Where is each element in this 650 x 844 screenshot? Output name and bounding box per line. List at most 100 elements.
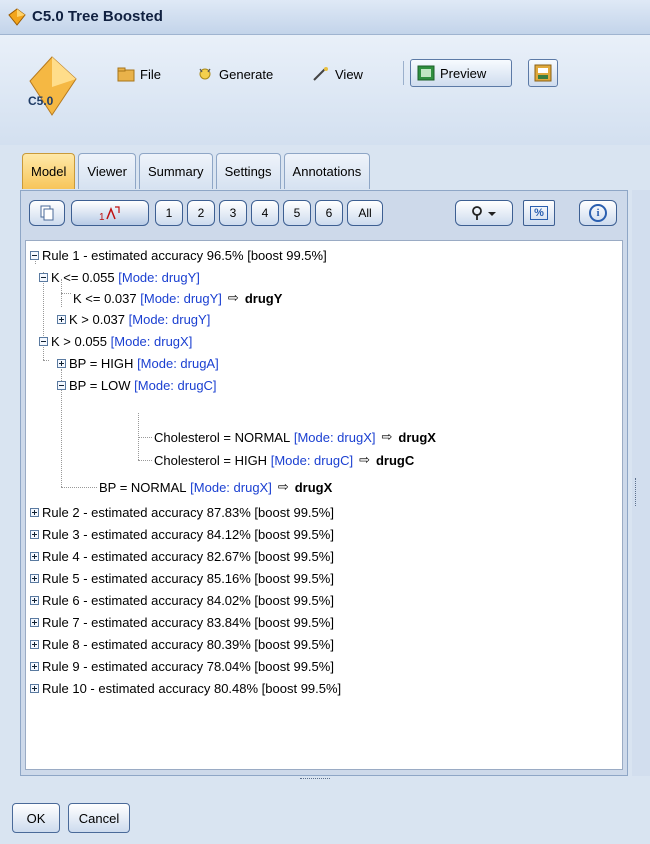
rule-tree[interactable]: Rule 1 - estimated accuracy 96.5% [boost… <box>25 240 623 770</box>
expand-toggle-icon[interactable] <box>30 551 39 561</box>
file-menu[interactable]: File <box>117 61 161 87</box>
tab-strip: Model Viewer Summary Settings Annotation… <box>22 151 371 189</box>
condition-label: Cholesterol = HIGH <box>154 452 268 468</box>
collapse-toggle-icon[interactable] <box>39 336 48 346</box>
prediction-label: drugX <box>398 429 436 445</box>
condition-label: BP = LOW <box>69 377 131 393</box>
prediction-label: drugC <box>375 452 415 468</box>
generate-icon <box>199 68 211 80</box>
folder-icon <box>117 67 135 82</box>
expand-toggle-icon[interactable] <box>30 595 39 605</box>
tree-node-k-gt-0055[interactable]: K > 0.055 [Mode: drugX] <box>39 332 192 350</box>
view-wand-icon <box>313 67 328 81</box>
c50-node-icon <box>8 8 26 26</box>
tree-node-bp-normal[interactable]: BP = NORMAL [Mode: drugX] ⇨ drugX <box>99 478 332 496</box>
window-title: C5.0 Tree Boosted <box>32 8 163 25</box>
info-icon: i <box>589 204 607 222</box>
generate-menu-label: Generate <box>219 66 274 82</box>
expand-toggle-icon[interactable] <box>30 617 39 627</box>
expand-toggle-icon[interactable] <box>30 683 39 693</box>
tree-node-rule-1[interactable]: Rule 1 - estimated accuracy 96.5% [boost… <box>30 246 327 264</box>
copy-button[interactable] <box>29 200 65 226</box>
tree-node-rule-5[interactable]: Rule 5 - estimated accuracy 85.16% [boos… <box>30 569 334 587</box>
tree-connector <box>43 360 49 361</box>
collapse-toggle-icon[interactable] <box>57 380 66 390</box>
level-4-button[interactable]: 4 <box>251 200 279 226</box>
tab-settings[interactable]: Settings <box>215 153 281 189</box>
preview-icon <box>417 65 435 81</box>
tree-node-chol-high[interactable]: Cholesterol = HIGH [Mode: drugC] ⇨ drugC <box>154 451 414 469</box>
tree-node-rule-4[interactable]: Rule 4 - estimated accuracy 82.67% [boos… <box>30 547 334 565</box>
export-icon <box>534 64 552 82</box>
tree-connector <box>138 437 152 438</box>
expand-toggle-icon[interactable] <box>30 529 39 539</box>
tree-node-k-le-0055[interactable]: K <= 0.055 [Mode: drugY] <box>39 268 200 286</box>
mode-label: [Mode: drugC] <box>270 452 354 468</box>
export-button[interactable] <box>528 59 558 87</box>
tab-annotations[interactable]: Annotations <box>283 153 371 189</box>
rule-label: Rule 1 - estimated accuracy 96.5% [boost… <box>42 247 327 263</box>
condition-label: K <= 0.037 <box>73 290 137 306</box>
tree-node-rule-6[interactable]: Rule 6 - estimated accuracy 84.02% [boos… <box>30 591 334 609</box>
tree-connector <box>138 460 152 461</box>
bottom-resize-grip[interactable] <box>300 778 330 781</box>
level-5-button[interactable]: 5 <box>283 200 311 226</box>
rule-label: Rule 10 - estimated accuracy 80.48% [boo… <box>42 680 342 696</box>
tree-node-bp-low[interactable]: BP = LOW [Mode: drugC] <box>57 376 217 394</box>
c50-logo-icon: C5.0 <box>28 56 77 116</box>
expand-toggle-icon[interactable] <box>30 661 39 671</box>
expand-toggle-icon[interactable] <box>57 358 66 368</box>
tree-node-rule-9[interactable]: Rule 9 - estimated accuracy 78.04% [boos… <box>30 657 334 675</box>
condition-label: Cholesterol = NORMAL <box>154 429 291 445</box>
condition-label: K <= 0.055 <box>51 269 115 285</box>
expand-toggle-icon[interactable] <box>30 507 39 517</box>
rule-label: Rule 6 - estimated accuracy 84.02% [boos… <box>42 592 334 608</box>
copy-icon <box>40 205 54 221</box>
level-all-button[interactable]: All <box>347 200 383 226</box>
level-2-button[interactable]: 2 <box>187 200 215 226</box>
file-menu-label: File <box>140 66 161 82</box>
tab-summary[interactable]: Summary <box>138 153 213 189</box>
tree-node-rule-7[interactable]: Rule 7 - estimated accuracy 83.84% [boos… <box>30 613 334 631</box>
tree-node-rule-10[interactable]: Rule 10 - estimated accuracy 80.48% [boo… <box>30 679 341 697</box>
info-button[interactable]: i <box>579 200 617 226</box>
prediction-arrow-icon: ⇨ <box>227 290 239 305</box>
rule-order-icon: 1 <box>99 206 120 223</box>
ok-button[interactable]: OK <box>12 803 60 833</box>
toolbar-separator <box>403 61 404 85</box>
tree-node-k-gt-0037[interactable]: K > 0.037 [Mode: drugY] <box>57 310 210 328</box>
expand-toggle-icon[interactable] <box>30 573 39 583</box>
search-dropdown-button[interactable] <box>455 200 513 226</box>
level-1-button[interactable]: 1 <box>155 200 183 226</box>
preview-label: Preview <box>440 65 487 81</box>
view-menu[interactable]: View <box>312 61 363 87</box>
tree-node-rule-2[interactable]: Rule 2 - estimated accuracy 87.83% [boos… <box>30 503 334 521</box>
mode-label: [Mode: drugY] <box>128 311 211 327</box>
rule-label: Rule 2 - estimated accuracy 87.83% [boos… <box>42 504 334 520</box>
tree-node-rule-3[interactable]: Rule 3 - estimated accuracy 84.12% [boos… <box>30 525 334 543</box>
cancel-button[interactable]: Cancel <box>68 803 130 833</box>
percent-label: % <box>530 206 548 220</box>
generate-menu[interactable]: Generate <box>196 61 273 87</box>
tree-node-k-le-0037[interactable]: K <= 0.037 [Mode: drugY] ⇨ drugY <box>73 289 282 307</box>
expand-toggle-icon[interactable] <box>57 314 66 324</box>
collapse-toggle-icon[interactable] <box>39 272 48 282</box>
rule-label: Rule 7 - estimated accuracy 83.84% [boos… <box>42 614 334 630</box>
level-3-button[interactable]: 3 <box>219 200 247 226</box>
prediction-arrow-icon: ⇨ <box>277 479 289 494</box>
percent-button[interactable]: % <box>523 200 555 226</box>
tab-model[interactable]: Model <box>22 153 76 189</box>
tab-viewer[interactable]: Viewer <box>78 153 136 189</box>
rule-order-button[interactable]: 1 <box>71 200 149 226</box>
splitter-grip[interactable] <box>635 478 639 506</box>
expand-toggle-icon[interactable] <box>30 639 39 649</box>
tree-node-bp-high[interactable]: BP = HIGH [Mode: drugA] <box>57 354 219 372</box>
collapse-toggle-icon[interactable] <box>30 250 39 260</box>
level-6-button[interactable]: 6 <box>315 200 343 226</box>
mode-label: [Mode: drugX] <box>190 479 272 495</box>
tree-node-rule-8[interactable]: Rule 8 - estimated accuracy 80.39% [boos… <box>30 635 334 653</box>
condition-label: K > 0.055 <box>51 333 108 349</box>
tree-node-chol-normal[interactable]: Cholesterol = NORMAL [Mode: drugX] ⇨ dru… <box>154 428 436 446</box>
preview-button[interactable]: Preview <box>410 59 512 87</box>
rule-label: Rule 8 - estimated accuracy 80.39% [boos… <box>42 636 334 652</box>
